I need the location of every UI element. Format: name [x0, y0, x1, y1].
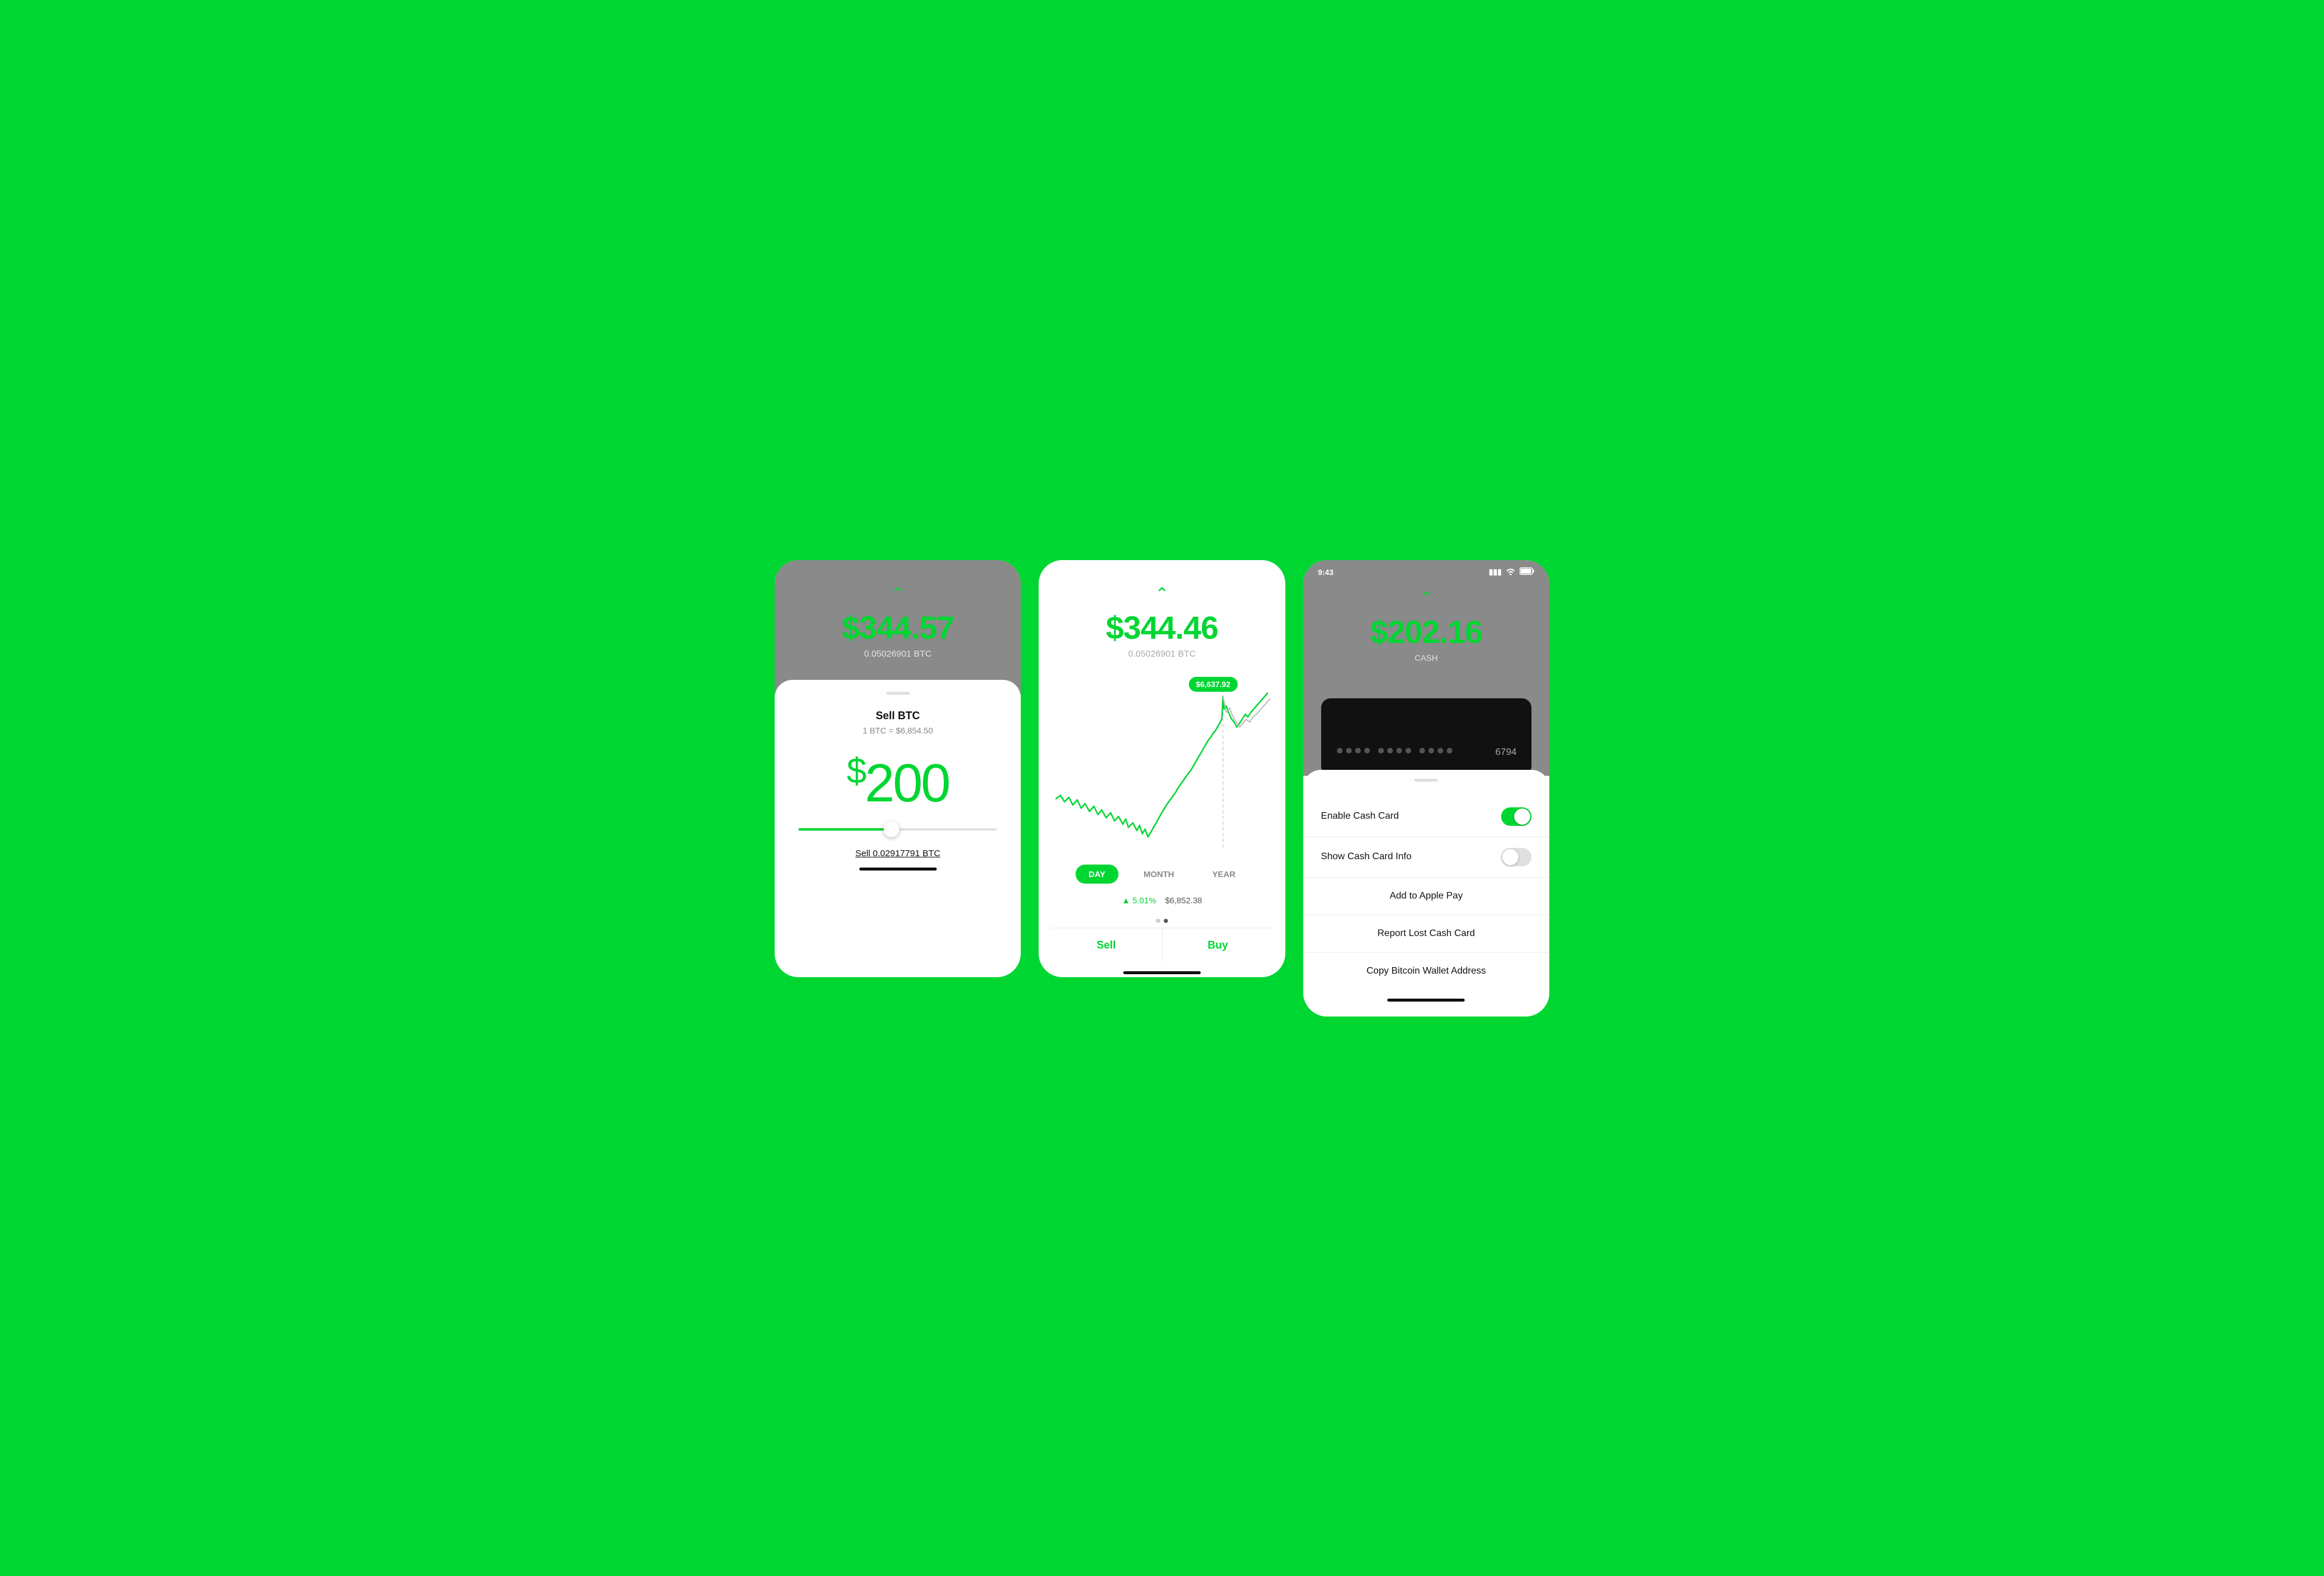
card-dot-group-3: ●●●●	[1418, 742, 1455, 758]
enable-cash-card-row: Enable Cash Card	[1303, 797, 1549, 837]
chart-home-indicator	[1123, 971, 1201, 974]
chevron-up-icon[interactable]: ⌃	[793, 584, 1003, 604]
cash-card: ●●●● ●●●● ●●●● 6794	[1321, 698, 1531, 776]
cash-top-section: ⌃ $202.16 CASH	[1303, 582, 1549, 698]
sell-btc-label: Sell 0.02917791 BTC	[793, 848, 1003, 859]
slider-thumb[interactable]	[884, 822, 899, 837]
add-to-apple-pay-row[interactable]: Add to Apple Pay	[1303, 878, 1549, 915]
cash-home-indicator	[1387, 999, 1465, 1002]
sell-title: Sell BTC	[793, 710, 1003, 722]
chart-svg	[1051, 671, 1273, 850]
show-cash-card-info-label: Show Cash Card Info	[1321, 851, 1412, 862]
screens-container: ⌃ $344.57 0.05026901 BTC Sell BTC 1 BTC …	[775, 560, 1549, 1017]
chart-bottom-actions: Sell Buy	[1051, 928, 1273, 962]
sell-amount-display: $200	[793, 753, 1003, 810]
card-dot-group-2: ●●●●	[1377, 742, 1413, 758]
card-dot-group-1: ●●●●	[1336, 742, 1372, 758]
show-cash-card-info-row: Show Cash Card Info	[1303, 837, 1549, 877]
stats-change: ▲ 5.01%	[1122, 896, 1156, 905]
sell-btc-screen: ⌃ $344.57 0.05026901 BTC Sell BTC 1 BTC …	[775, 560, 1021, 977]
add-to-apple-pay-label: Add to Apple Pay	[1390, 891, 1463, 901]
status-bar-right: ▮▮▮	[1489, 567, 1534, 577]
chart-tooltip: $6,637.92	[1189, 677, 1238, 692]
btc-price-display: $344.57	[793, 610, 1003, 646]
card-dots: ●●●● ●●●● ●●●●	[1336, 742, 1455, 758]
stats-row: ▲ 5.01% $6,852.38	[1039, 893, 1285, 914]
time-day-button[interactable]: DAY	[1076, 865, 1118, 884]
sell-bottom-sheet: Sell BTC 1 BTC = $6,854.50 $200 Sell 0.0…	[775, 680, 1021, 897]
show-cash-card-info-toggle[interactable]	[1501, 848, 1531, 866]
sell-button[interactable]: Sell	[1051, 928, 1162, 962]
sell-top-section: ⌃ $344.57 0.05026901 BTC	[775, 560, 1021, 695]
card-section: ●●●● ●●●● ●●●● 6794	[1303, 698, 1549, 776]
copy-bitcoin-address-row[interactable]: Copy Bitcoin Wallet Address	[1303, 953, 1549, 990]
toggle-thumb-off	[1502, 849, 1518, 865]
enable-cash-card-label: Enable Cash Card	[1321, 811, 1399, 822]
cash-card-screen: 9:43 ▮▮▮ ⌃ $202.16	[1303, 560, 1549, 1017]
chart-chevron-up-icon[interactable]: ⌃	[1057, 584, 1267, 604]
cash-bottom-sheet: Enable Cash Card Show Cash Card Info Add…	[1303, 770, 1549, 1017]
cash-chevron-up-icon[interactable]: ⌃	[1321, 588, 1531, 608]
signal-icon: ▮▮▮	[1489, 567, 1502, 577]
stats-price: $6,852.38	[1165, 896, 1202, 905]
dot-indicator	[1039, 914, 1285, 928]
chart-top-section: ⌃ $344.46 0.05026901 BTC	[1039, 560, 1285, 665]
btc-amount-display: 0.05026901 BTC	[793, 649, 1003, 659]
chart-btc-amount: 0.05026901 BTC	[1057, 649, 1267, 659]
sell-amount-value: 200	[865, 754, 949, 813]
wifi-icon	[1505, 567, 1516, 577]
home-indicator	[859, 868, 937, 871]
bitcoin-chart: $6,637.92	[1051, 671, 1273, 850]
battery-icon	[1520, 567, 1534, 577]
sheet-handle	[886, 692, 910, 695]
enable-cash-card-toggle[interactable]	[1501, 807, 1531, 826]
time-month-button[interactable]: MONTH	[1130, 865, 1187, 884]
time-selector: DAY MONTH YEAR	[1039, 856, 1285, 893]
toggle-thumb-on	[1514, 809, 1530, 825]
report-lost-card-label: Report Lost Cash Card	[1378, 928, 1475, 938]
chart-btc-price: $344.46	[1057, 610, 1267, 646]
sell-slider-container[interactable]	[793, 828, 1003, 831]
dot-1	[1156, 919, 1160, 923]
sell-btc-amount[interactable]: Sell 0.02917791 BTC	[855, 848, 940, 859]
cash-sheet-handle	[1414, 779, 1438, 782]
bitcoin-chart-screen: ⌃ $344.46 0.05026901 BTC $6,637.92 DAY M…	[1039, 560, 1285, 977]
dot-2	[1164, 919, 1168, 923]
dollar-sign: $	[847, 751, 865, 791]
card-last4: 6794	[1495, 747, 1517, 758]
report-lost-card-row[interactable]: Report Lost Cash Card	[1303, 915, 1549, 952]
cash-label: CASH	[1321, 653, 1531, 663]
slider-fill	[799, 828, 888, 831]
cash-balance: $202.16	[1321, 614, 1531, 651]
time-year-button[interactable]: YEAR	[1199, 865, 1248, 884]
buy-button[interactable]: Buy	[1163, 928, 1273, 962]
status-time: 9:43	[1318, 568, 1334, 577]
sell-rate: 1 BTC = $6,854.50	[793, 726, 1003, 735]
status-bar: 9:43 ▮▮▮	[1303, 560, 1549, 582]
slider-track	[799, 828, 997, 831]
copy-bitcoin-address-label: Copy Bitcoin Wallet Address	[1366, 966, 1486, 976]
